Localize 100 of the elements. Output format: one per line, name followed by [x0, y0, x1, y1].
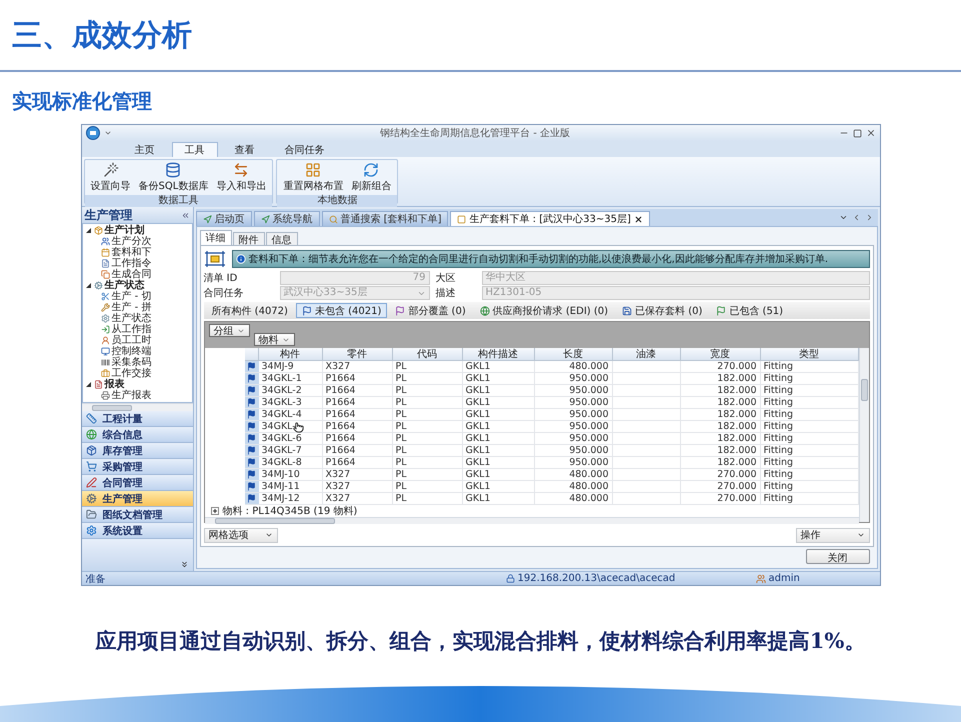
nav-button[interactable]: 图纸文档管理 [82, 507, 192, 523]
filter-tab[interactable]: 已保存套料 (0) [616, 303, 708, 318]
table-cell: P1664 [322, 397, 392, 409]
filter-tab[interactable]: 供应商报价请求 (EDI) (0) [474, 303, 614, 318]
tree-item[interactable]: 工作指令 [112, 258, 152, 269]
detail-tab[interactable]: 附件 [232, 232, 264, 245]
nav-button[interactable]: 采购管理 [82, 459, 192, 475]
tree-item[interactable]: 工作交接 [112, 368, 152, 379]
document-tab[interactable]: 启动页 [196, 211, 252, 226]
expand-box-icon[interactable] [210, 507, 218, 515]
table-cell: PL [392, 409, 462, 421]
ribbon-tab[interactable]: 主页 [122, 142, 168, 157]
table-cell: 182.000 [680, 445, 760, 457]
tree-item[interactable]: 生产计划 [104, 225, 144, 236]
nav-button[interactable]: 合同管理 [82, 475, 192, 491]
detail-tab[interactable]: 详细 [200, 230, 232, 245]
column-header[interactable]: 构件描述 [462, 348, 534, 361]
ribbon-button[interactable]: 备份SQL数据库 [136, 161, 210, 194]
tree-item[interactable]: 报表 [104, 379, 124, 390]
table-cell: PL [392, 469, 462, 481]
tree-item[interactable]: 套料和下 [112, 247, 152, 258]
banner-text: 套料和下单：细节表允许您在一个给定的合同里进行自动切割和手动切割的功能,以使浪费最小化,因此能够分配库存并增加采购订单. [248, 252, 828, 266]
tree-item[interactable]: 控制终端 [112, 346, 152, 357]
column-header[interactable]: 长度 [534, 348, 612, 361]
table-cell: 950.000 [534, 421, 612, 433]
column-header[interactable]: 类型 [760, 348, 858, 361]
database-icon [165, 162, 182, 178]
filter-tab[interactable]: 已包含 (51) [710, 303, 790, 318]
close-icon[interactable] [634, 214, 643, 224]
filter-tab[interactable]: 部分覆盖 (0) [389, 303, 472, 318]
table-cell [612, 397, 680, 409]
document-tab[interactable]: 生产套料下单 : [武汉中心33~35层] [450, 211, 650, 226]
table-cell: Fitting [760, 445, 858, 457]
document-tab[interactable]: 系统导航 [254, 211, 320, 226]
table-cell: 950.000 [534, 457, 612, 469]
column-header[interactable]: 代码 [392, 348, 462, 361]
table-cell: 270.000 [680, 469, 760, 481]
tree-item[interactable]: 从工作指 [112, 324, 152, 335]
column-header[interactable]: 油漆 [612, 348, 680, 361]
collapse-triangle-icon[interactable] [84, 381, 92, 388]
table-cell [612, 481, 680, 493]
column-header[interactable]: 构件 [258, 348, 322, 361]
detail-tab[interactable]: 信息 [266, 232, 298, 245]
ribbon-tab[interactable]: 查看 [222, 142, 268, 157]
collapse-triangle-icon[interactable] [84, 227, 92, 234]
nav-button[interactable]: 综合信息 [82, 427, 192, 443]
tree-item[interactable]: 生成合同 [112, 269, 152, 280]
ribbon-tab[interactable]: 合同任务 [272, 142, 338, 157]
ribbon-button[interactable]: 设置向导 [88, 161, 132, 194]
tree-item[interactable]: 员工工时 [112, 335, 152, 346]
nav-button[interactable]: 系统设置 [82, 523, 192, 539]
group-chip[interactable]: 物料 [254, 333, 294, 346]
tree-item[interactable]: 采集条码 [112, 357, 152, 368]
nav-button[interactable]: 工程计量 [82, 411, 192, 427]
close-button[interactable]: 关闭 [806, 548, 870, 564]
scrollbar[interactable] [82, 403, 192, 411]
filter-tab[interactable]: 所有构件 (4072) [206, 303, 294, 318]
nav-button[interactable]: 生产管理 [82, 491, 192, 507]
column-header[interactable]: 零件 [322, 348, 392, 361]
group-chip[interactable]: 分组 [208, 324, 250, 337]
table-cell: 34MJ-11 [258, 481, 322, 493]
flag-icon [247, 398, 256, 407]
collapse-triangle-icon[interactable] [84, 282, 92, 289]
ribbon-button[interactable]: 重置网格布置 [281, 161, 346, 194]
actions-button[interactable]: 操作 [796, 528, 870, 542]
flag-icon [302, 306, 312, 316]
maximize-icon[interactable] [852, 128, 862, 138]
table-cell: P1664 [322, 445, 392, 457]
table-cell: 480.000 [534, 481, 612, 493]
ruler-icon [86, 413, 96, 424]
nav-button[interactable]: 库存管理 [82, 443, 192, 459]
scrollbar[interactable] [204, 517, 858, 524]
tree-item[interactable]: 生产 - 拼 [112, 302, 152, 313]
table-cell: 480.000 [534, 469, 612, 481]
table-cell: GKL1 [462, 457, 534, 469]
filter-tab[interactable]: 未包含 (4021) [296, 303, 388, 318]
sidebar-title: 生产管理 [84, 206, 132, 224]
tree-item[interactable]: 生产报表 [112, 390, 152, 401]
caret-icon[interactable] [104, 129, 112, 137]
tree-item[interactable]: 生产 - 切 [112, 291, 152, 302]
tree-item[interactable]: 生产状态 [104, 280, 144, 291]
frame-icon [204, 250, 226, 268]
ribbon-button[interactable]: 刷新组合 [349, 161, 394, 194]
column-header[interactable]: 宽度 [680, 348, 760, 361]
close-icon[interactable] [866, 128, 876, 138]
table-cell: X327 [322, 481, 392, 493]
app-orb-icon[interactable] [86, 126, 100, 140]
flag-icon [247, 362, 256, 371]
scrollbar[interactable] [858, 348, 868, 522]
info-icon [236, 254, 246, 264]
ribbon-tab[interactable]: 工具 [172, 142, 218, 157]
tree-item[interactable]: 生产状态 [112, 313, 152, 324]
wrench-icon [100, 303, 110, 312]
tree-item[interactable]: 生产分次 [112, 236, 152, 247]
chevrons-down-icon[interactable] [180, 560, 188, 569]
document-tab[interactable]: 普通搜索 [套料和下单] [322, 211, 448, 226]
grid-options-button[interactable]: 网格选项 [204, 528, 278, 542]
ribbon-button[interactable]: 导入和导出 [214, 161, 268, 194]
collapse-icon[interactable] [180, 210, 190, 220]
caret-icon[interactable] [838, 213, 848, 222]
